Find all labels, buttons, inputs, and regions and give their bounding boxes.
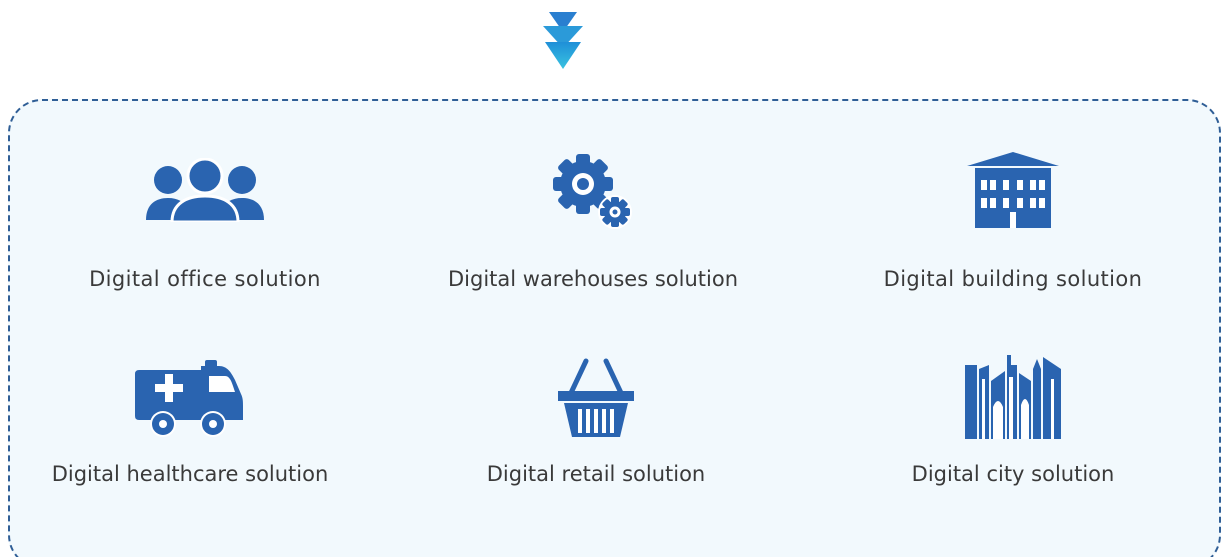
solution-card-warehouses: Digital warehouses solution	[413, 150, 773, 300]
solution-label: Digital healthcare solution	[51, 462, 329, 486]
down-arrow-icon	[543, 12, 583, 69]
solution-card-building: Digital building solution	[833, 150, 1193, 300]
solution-label: Digital city solution	[911, 462, 1115, 486]
solution-card-healthcare: Digital healthcare solution	[10, 355, 370, 495]
solution-card-office: Digital office solution	[25, 150, 385, 300]
solution-card-retail: Digital retail solution	[416, 355, 776, 495]
solution-label: Digital warehouses solution	[447, 267, 739, 291]
solution-label: Digital building solution	[883, 267, 1143, 291]
solution-label: Digital office solution	[89, 267, 321, 291]
gears-icon	[553, 154, 632, 229]
solution-card-city: Digital city solution	[833, 355, 1193, 495]
ambulance-icon	[135, 360, 243, 437]
building-icon	[967, 152, 1059, 228]
basket-icon	[558, 358, 634, 437]
people-icon	[146, 158, 264, 222]
city-icon	[965, 355, 1061, 439]
solutions-diagram: Digital office solution Digital warehous…	[0, 0, 1229, 557]
solution-label: Digital retail solution	[486, 462, 706, 486]
